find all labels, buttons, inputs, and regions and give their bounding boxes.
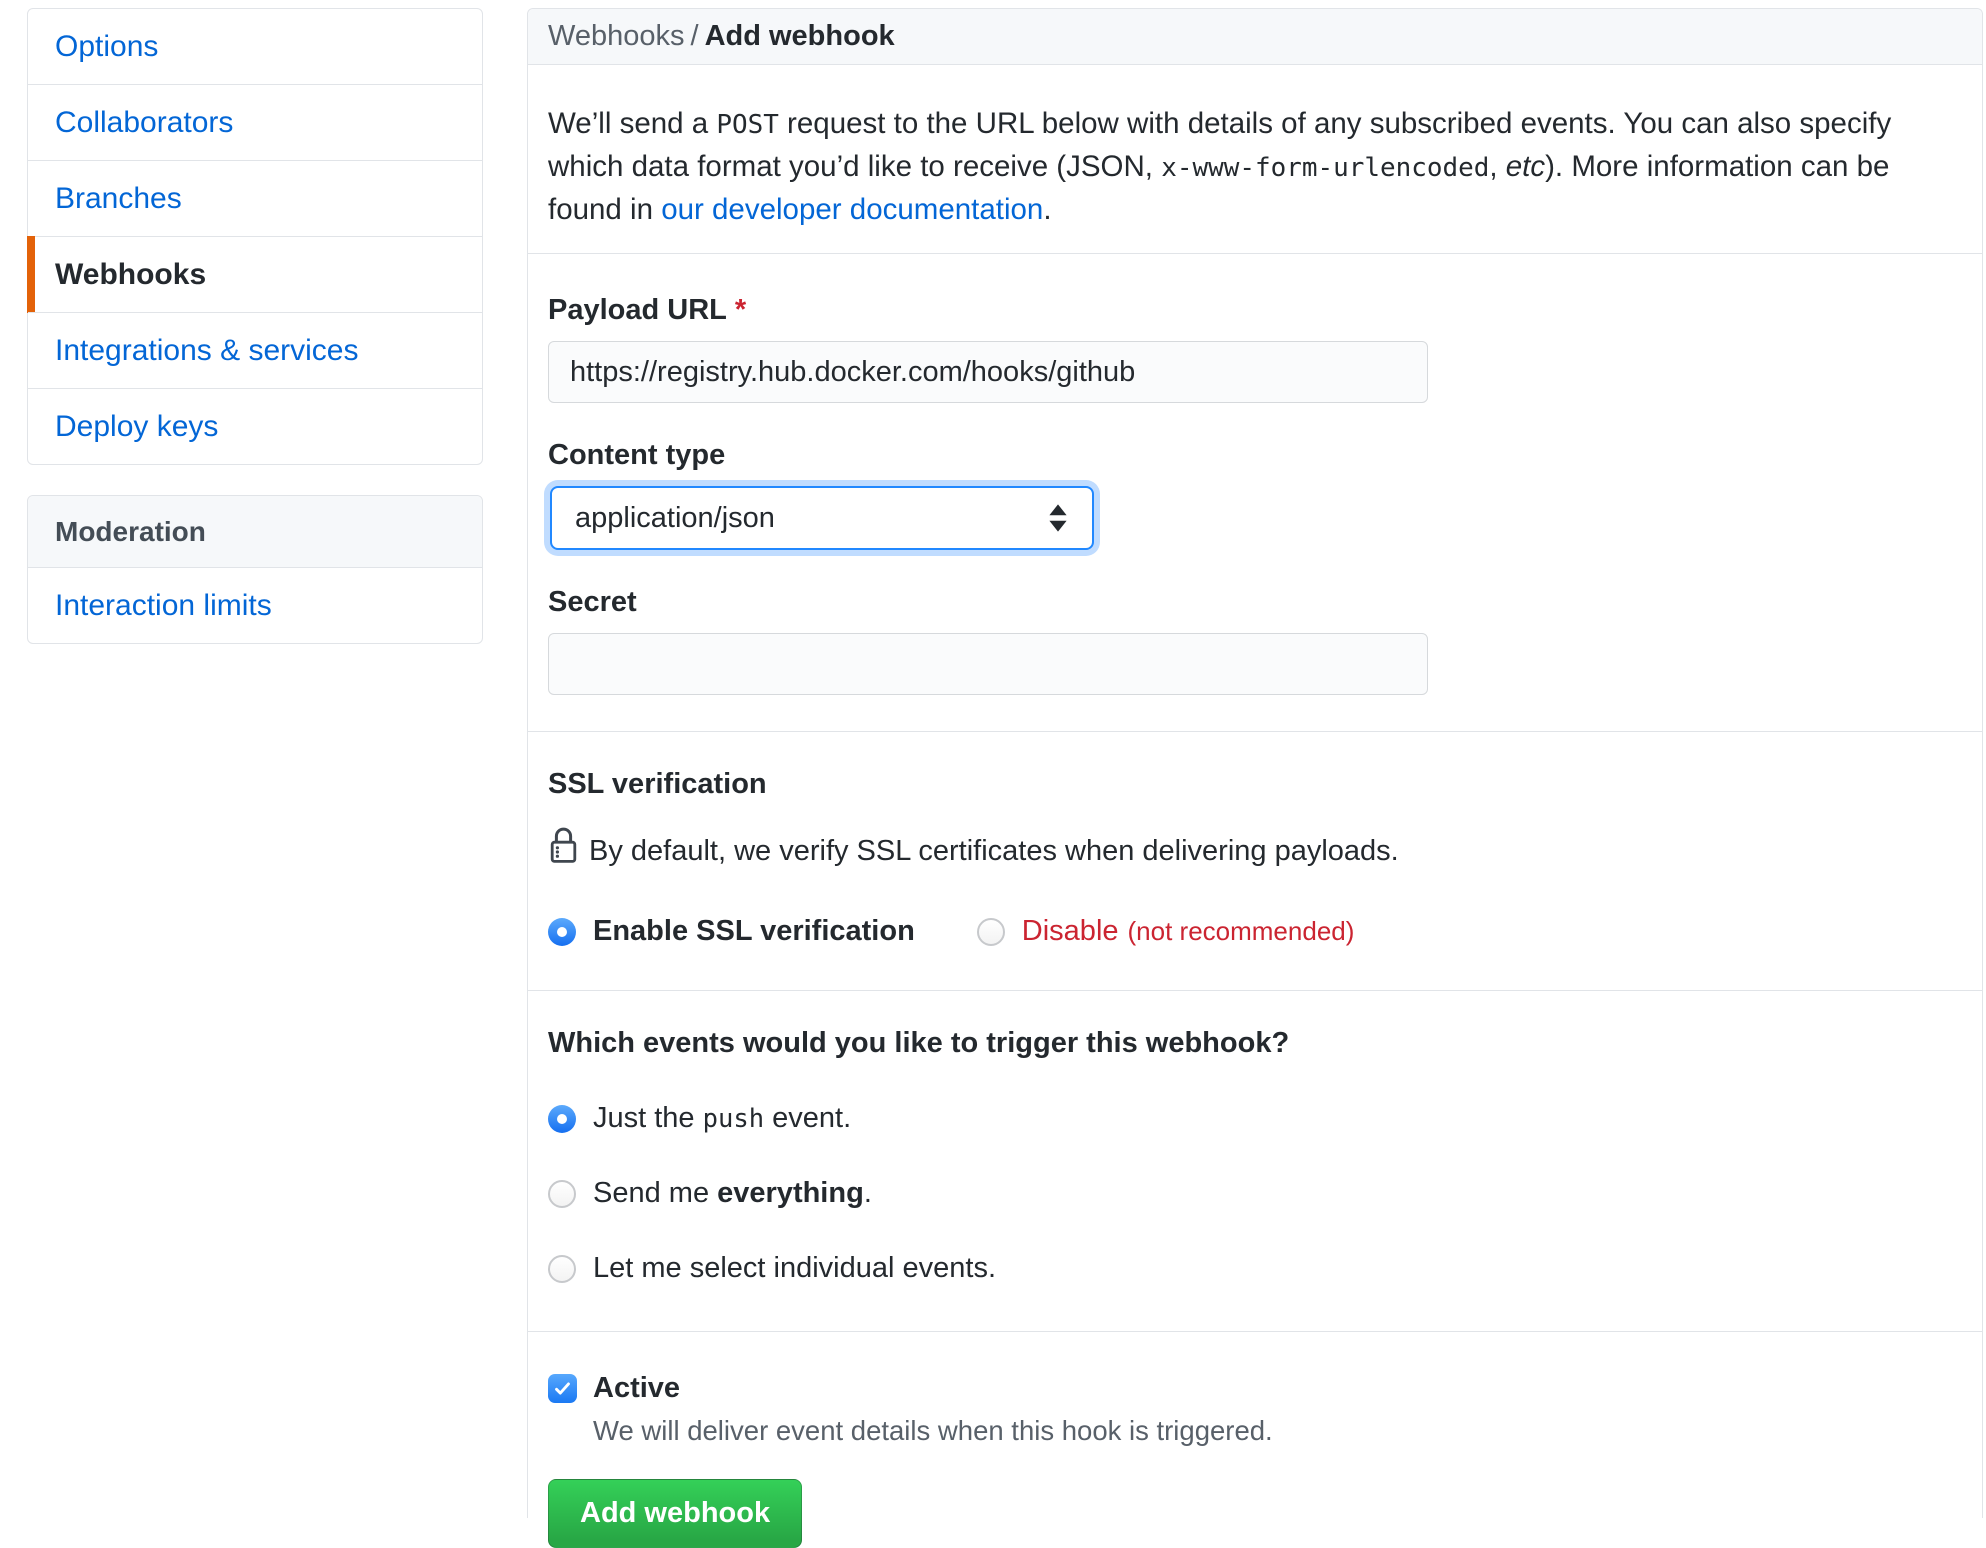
disable-ssl-radio[interactable]: [977, 918, 1005, 946]
push-code: push: [703, 1104, 764, 1134]
developer-documentation-link[interactable]: our developer documentation: [661, 193, 1043, 226]
intro-code-post: POST: [716, 110, 779, 140]
breadcrumb: Webhooks/Add webhook: [528, 9, 1982, 65]
enable-ssl-radio[interactable]: [548, 918, 576, 946]
breadcrumb-separator: /: [691, 20, 699, 52]
content-type-group: Content type application/json: [548, 439, 1962, 550]
sidebar-item-deploy-keys[interactable]: Deploy keys: [28, 388, 482, 464]
event-option-individual: Let me select individual events.: [548, 1252, 1962, 1285]
event-label-text: .: [864, 1177, 872, 1209]
event-label-text: Send me: [593, 1177, 717, 1209]
content-type-selected-value: application/json: [575, 502, 775, 535]
select-individual-label[interactable]: Let me select individual events.: [593, 1252, 996, 1285]
just-push-radio[interactable]: [548, 1105, 576, 1133]
sidebar-item-webhooks[interactable]: Webhooks: [28, 236, 482, 312]
sidebar-item-interaction-limits[interactable]: Interaction limits: [28, 568, 482, 643]
intro-text: ,: [1489, 150, 1505, 183]
ssl-description: By default, we verify SSL certificates w…: [589, 835, 1399, 868]
intro-text: .: [1043, 193, 1051, 226]
select-arrows-icon: [1046, 502, 1070, 534]
page: Options Collaborators Branches Webhooks …: [0, 0, 1986, 1518]
intro-text: We’ll send a: [548, 107, 716, 140]
intro-code-urlencoded: x-www-form-urlencoded: [1161, 153, 1489, 183]
add-webhook-panel: Webhooks/Add webhook We’ll send a POST r…: [527, 8, 1983, 1518]
active-checkbox[interactable]: [548, 1374, 577, 1403]
enable-ssl-label[interactable]: Enable SSL verification: [593, 915, 915, 948]
sidebar-item-options[interactable]: Options: [28, 9, 482, 84]
ssl-description-row: By default, we verify SSL certificates w…: [548, 827, 1962, 875]
send-everything-radio[interactable]: [548, 1180, 576, 1208]
active-section: Active We will deliver event details whe…: [528, 1332, 1982, 1548]
add-webhook-button[interactable]: Add webhook: [548, 1479, 802, 1548]
select-individual-radio[interactable]: [548, 1255, 576, 1283]
ssl-section-heading: SSL verification: [548, 768, 1962, 801]
page-title: Add webhook: [705, 20, 895, 52]
settings-menu: Options Collaborators Branches Webhooks …: [27, 8, 483, 465]
events-section-heading: Which events would you like to trigger t…: [548, 1027, 1962, 1060]
intro-paragraph: We’ll send a POST request to the URL bel…: [528, 65, 1982, 254]
just-push-label[interactable]: Just the push event.: [593, 1102, 851, 1135]
active-description: We will deliver event details when this …: [593, 1415, 1962, 1447]
breadcrumb-webhooks[interactable]: Webhooks: [548, 20, 685, 52]
event-label-text: Let me select individual events.: [593, 1252, 996, 1284]
active-label[interactable]: Active: [593, 1372, 680, 1405]
everything-strong: everything: [717, 1177, 864, 1209]
payload-url-input[interactable]: [548, 341, 1428, 403]
event-label-text: Just the: [593, 1102, 703, 1134]
payload-url-group: Payload URL*: [548, 294, 1962, 403]
content-type-label: Content type: [548, 439, 1962, 472]
settings-sidebar: Options Collaborators Branches Webhooks …: [27, 8, 483, 644]
secret-input[interactable]: [548, 633, 1428, 695]
sidebar-item-collaborators[interactable]: Collaborators: [28, 84, 482, 160]
ssl-verification-section: SSL verification By default, we verify S…: [528, 732, 1982, 991]
disable-ssl-note: (not recommended): [1128, 916, 1355, 947]
trigger-events-section: Which events would you like to trigger t…: [528, 991, 1982, 1332]
event-option-just-push: Just the push event.: [548, 1102, 1962, 1135]
disable-ssl-label[interactable]: Disable: [1022, 915, 1119, 948]
check-icon: [553, 1379, 572, 1398]
secret-label: Secret: [548, 586, 1962, 619]
lock-icon: [548, 825, 579, 873]
ssl-radio-row: Enable SSL verification Disable (not rec…: [548, 915, 1962, 948]
content-type-select[interactable]: application/json: [550, 486, 1094, 550]
active-row: Active: [548, 1372, 1962, 1405]
moderation-menu: Moderation Interaction limits: [27, 495, 483, 644]
event-option-everything: Send me everything.: [548, 1177, 1962, 1210]
payload-url-label-text: Payload URL: [548, 294, 727, 326]
send-everything-label[interactable]: Send me everything.: [593, 1177, 872, 1210]
required-asterisk: *: [735, 294, 746, 326]
intro-etc: etc: [1506, 150, 1545, 183]
secret-group: Secret: [548, 586, 1962, 695]
sidebar-item-integrations-services[interactable]: Integrations & services: [28, 312, 482, 388]
webhook-fields-section: Payload URL* Content type application/js…: [528, 254, 1982, 732]
sidebar-item-branches[interactable]: Branches: [28, 160, 482, 236]
moderation-heading: Moderation: [28, 496, 482, 568]
event-label-text: event.: [764, 1102, 851, 1134]
payload-url-label: Payload URL*: [548, 294, 1962, 327]
